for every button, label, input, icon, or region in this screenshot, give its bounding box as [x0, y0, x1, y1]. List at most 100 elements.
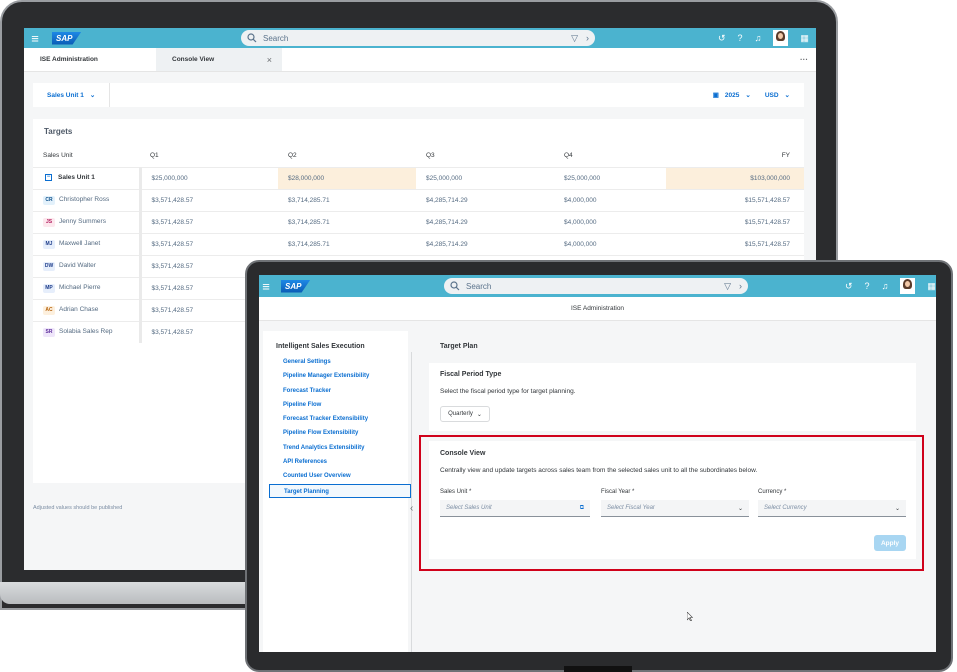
cell-fy: $103,000,000 [666, 166, 804, 189]
cell-q1[interactable]: $3,571,428.57 [140, 232, 278, 255]
cell-q3[interactable]: $4,285,714.29 [416, 232, 554, 255]
table-row[interactable]: JS Jenny Summers $3,571,428.57 $3,714,285… [33, 210, 804, 233]
collapse-row-icon[interactable]: − [45, 174, 52, 182]
avatar-initials: DW [43, 261, 55, 271]
search-field[interactable]: Search ▽ › [241, 30, 595, 46]
nav-item-api-references[interactable]: API References [277, 455, 407, 469]
grid-icon[interactable]: ▦ [927, 281, 936, 292]
cell-q1[interactable]: $25,000,000 [140, 166, 278, 189]
row-name: Christopher Ross [59, 195, 110, 203]
cell-fy: $15,571,428.57 [666, 210, 804, 233]
row-name: Maxwell Janet [59, 239, 101, 247]
cell-q1[interactable]: $3,571,428.57 [140, 210, 278, 233]
fiscal-period-select[interactable]: Quarterly ⌄ [440, 406, 490, 422]
overflow-icon[interactable]: ··· [800, 55, 808, 64]
targets-title: Targets [44, 127, 73, 136]
row-name-cell: DW David Walter [33, 254, 142, 277]
collapse-icon[interactable]: ‹ [410, 503, 413, 514]
search-placeholder: Search [263, 33, 289, 43]
nav-item-trend-analytics-extensibility[interactable]: Trend Analytics Extensibility [277, 441, 407, 455]
nav-item-forecast-tracker-extensibility[interactable]: Forecast Tracker Extensibility [277, 412, 407, 426]
table-row[interactable]: MJ Maxwell Janet $3,571,428.57 $3,714,285… [33, 232, 804, 255]
column-header[interactable]: Q3 [416, 145, 554, 167]
avatar-initials: CR [43, 195, 55, 205]
avatar[interactable] [900, 278, 916, 294]
cell-q3[interactable]: $4,285,714.29 [416, 210, 554, 233]
sales-unit-selector[interactable]: Sales Unit 1 ⌄ [33, 83, 111, 107]
menu-icon[interactable]: ≡ [26, 31, 44, 46]
chevron-down-icon[interactable]: ⌄ [785, 91, 790, 99]
column-header[interactable]: Q4 [554, 145, 666, 167]
period-selector: ▣ 2025 ⌄ USD ⌄ [713, 91, 790, 100]
nav-item-pipeline-manager-extensibility[interactable]: Pipeline Manager Extensibility [277, 369, 407, 383]
table-row[interactable]: − Sales Unit 1 $25,000,000 $28,000,000 $2… [33, 166, 804, 189]
table-row[interactable]: CR Christopher Ross $3,571,428.57 $3,714,… [33, 188, 804, 211]
sap-logo[interactable]: SAP [52, 31, 82, 45]
fiscal-year-select[interactable]: Select Fiscal Year ⌄ [601, 500, 749, 517]
row-name-cell: AC Adrian Chase [33, 298, 142, 321]
column-header[interactable]: FY [666, 145, 804, 167]
currency-value[interactable]: USD [765, 92, 779, 99]
value-help-icon[interactable]: ⧉ [580, 505, 584, 512]
device-stand [564, 666, 632, 672]
tab-console-view[interactable]: Console View × [156, 48, 282, 71]
console-view-title: Console View [440, 450, 486, 457]
help-icon[interactable]: ? [865, 281, 870, 291]
history-icon[interactable]: ↺ [845, 281, 853, 292]
fiscal-period-title: Fiscal Period Type [440, 371, 502, 378]
cell-q1[interactable]: $3,571,428.57 [140, 188, 278, 211]
sales-unit-input[interactable]: Select Sales Unit ⧉ [440, 500, 590, 517]
cell-q3[interactable]: $25,000,000 [416, 166, 554, 189]
cell-q2[interactable]: $28,000,000 [278, 166, 416, 189]
grid-icon[interactable]: ▦ [800, 33, 809, 44]
sap-logo[interactable]: SAP [281, 279, 311, 293]
currency-label: Currency * [758, 489, 787, 495]
column-header[interactable]: Q2 [278, 145, 416, 167]
menu-icon[interactable]: ≡ [259, 279, 275, 294]
avatar-initials: JS [43, 217, 55, 227]
cell-q4[interactable]: $4,000,000 [554, 210, 666, 233]
cell-fy: $15,571,428.57 [666, 232, 804, 255]
nav-title: Intelligent Sales Execution [276, 343, 365, 350]
year-value[interactable]: 2025 [725, 92, 739, 99]
close-icon[interactable]: × [267, 55, 272, 65]
chevron-right-icon[interactable]: › [586, 33, 589, 43]
column-header[interactable]: Sales Unit [33, 145, 140, 167]
currency-select[interactable]: Select Currency ⌄ [758, 500, 906, 517]
cell-q4[interactable]: $4,000,000 [554, 232, 666, 255]
chevron-right-icon[interactable]: › [739, 281, 742, 291]
nav-item-target-planning[interactable]: Target Planning [269, 483, 411, 498]
avatar-initials: MJ [43, 239, 55, 249]
help-icon[interactable]: ? [738, 33, 743, 43]
apply-button[interactable]: Apply [874, 535, 906, 551]
column-header[interactable]: Q1 [140, 145, 278, 167]
fiscal-period-description: Select the fiscal period type for target… [440, 388, 576, 395]
nav-item-general-settings[interactable]: General Settings [277, 355, 407, 369]
cell-q2[interactable]: $3,714,285.71 [278, 210, 416, 233]
calendar-icon[interactable]: ▣ [713, 91, 719, 99]
history-icon[interactable]: ↺ [718, 33, 726, 44]
nav-item-pipeline-flow[interactable]: Pipeline Flow [277, 398, 407, 412]
cell-q4[interactable]: $4,000,000 [554, 188, 666, 211]
chevron-down-icon[interactable]: ⌄ [745, 91, 750, 99]
bell-icon[interactable]: ♫ [882, 281, 889, 291]
chevron-down-icon: ⌄ [89, 92, 96, 99]
cell-q3[interactable]: $4,285,714.29 [416, 188, 554, 211]
row-name-cell: − Sales Unit 1 [33, 166, 142, 189]
filter-icon[interactable]: ▽ [724, 281, 731, 292]
splitter[interactable] [411, 352, 412, 652]
nav-item-forecast-tracker[interactable]: Forecast Tracker [277, 384, 407, 398]
filter-icon[interactable]: ▽ [571, 33, 578, 44]
bell-icon[interactable]: ♫ [755, 33, 762, 43]
console-view-description: Centrally view and update targets across… [440, 467, 758, 474]
nav-item-counted-user-overview[interactable]: Counted User Overview [277, 469, 407, 483]
cell-q2[interactable]: $3,714,285.71 [278, 232, 416, 255]
avatar[interactable] [773, 30, 789, 46]
cell-q4[interactable]: $25,000,000 [554, 166, 666, 189]
row-name-cell: MP Michael Pierre [33, 276, 142, 299]
row-name: Adrian Chase [59, 305, 99, 313]
cell-q2[interactable]: $3,714,285.71 [278, 188, 416, 211]
tab-ise-administration[interactable]: ISE Administration [24, 48, 156, 71]
nav-item-pipeline-flow-extensibility[interactable]: Pipeline Flow Extensibility [277, 426, 407, 440]
search-field[interactable]: Search ▽ › [444, 278, 748, 294]
